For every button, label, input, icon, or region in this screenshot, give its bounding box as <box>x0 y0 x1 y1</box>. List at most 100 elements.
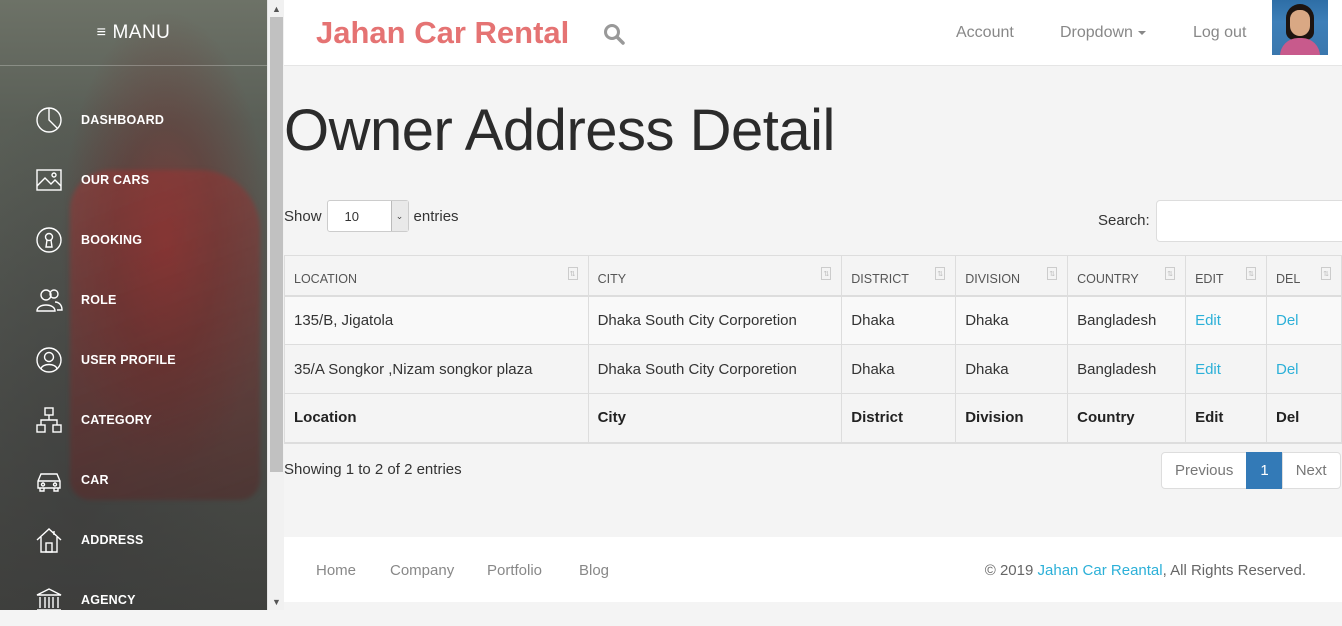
show-label: Show <box>284 207 322 225</box>
copyright-link[interactable]: Jahan Car Reantal <box>1038 562 1163 579</box>
hamburger-icon: ≡ <box>96 23 107 41</box>
user-circle-icon <box>35 346 63 374</box>
footer-link-blog[interactable]: Blog <box>579 562 609 579</box>
sidebar: ≡ MANU DASHBOARD OUR CARS BOOKING ROLE U… <box>0 0 267 610</box>
cell-edit: Edit <box>1185 295 1267 345</box>
sidebar-item-car[interactable]: CAR <box>0 450 267 510</box>
cell-district: Dhaka <box>841 295 957 345</box>
cell-district: Dhaka <box>841 344 957 394</box>
keyhole-icon <box>35 226 63 254</box>
scroll-down-arrow-icon[interactable]: ▼ <box>268 593 285 610</box>
footer-link-portfolio[interactable]: Portfolio <box>487 562 542 579</box>
footer-link-company[interactable]: Company <box>390 562 454 579</box>
table-row: 35/A Songkor ,Nizam songkor plaza Dhaka … <box>284 344 1342 394</box>
edit-link[interactable]: Edit <box>1195 312 1221 329</box>
sidebar-item-label: CAR <box>81 473 109 487</box>
sort-icon: ⇅ <box>567 267 578 280</box>
table-header-row: LOCATION ⇅ CITY ⇅ DISTRICT ⇅ DIVISION ⇅ COUN… <box>284 255 1342 297</box>
users-icon <box>35 286 63 314</box>
copyright-text: © 2019 Jahan Car Reantal, All Rights Res… <box>984 562 1306 579</box>
dropdown-label: Dropdown <box>1060 24 1133 41</box>
sidebar-scrollbar[interactable]: ▲ ▼ <box>267 0 284 610</box>
table-row: 135/B, Jigatola Dhaka South City Corpore… <box>284 295 1342 345</box>
account-link[interactable]: Account <box>956 24 1014 42</box>
footer-city: City <box>587 393 843 444</box>
menu-label: MANU <box>112 21 171 43</box>
image-icon <box>35 166 63 194</box>
sidebar-item-our-cars[interactable]: OUR CARS <box>0 150 267 210</box>
bank-icon <box>35 586 63 610</box>
sidebar-item-label: CATEGORY <box>81 413 153 427</box>
footer-country: Country <box>1067 393 1187 444</box>
bottom-strip <box>0 610 1342 626</box>
sort-icon: ⇅ <box>1047 267 1058 280</box>
chevron-down-icon: ⌄ <box>390 201 408 231</box>
sidebar-item-label: AGENCY <box>81 593 136 607</box>
top-navbar: Jahan Car Rental Account Dropdown Log ou… <box>284 0 1342 66</box>
sidebar-item-label: ROLE <box>81 293 117 307</box>
cell-del: Del <box>1266 344 1342 394</box>
page-footer: Home Company Portfolio Blog © 2019 Jahan… <box>284 537 1342 602</box>
column-header-location[interactable]: LOCATION ⇅ <box>284 255 589 297</box>
sidebar-item-label: USER PROFILE <box>81 353 176 367</box>
sort-icon: ⇅ <box>935 267 946 280</box>
sort-icon: ⇅ <box>821 267 832 280</box>
sidebar-item-dashboard[interactable]: DASHBOARD <box>0 90 267 150</box>
address-table: LOCATION ⇅ CITY ⇅ DISTRICT ⇅ DIVISION ⇅ COUN… <box>284 255 1342 444</box>
show-entries-control: Show 10 ⌄ entries <box>284 200 459 232</box>
cell-country: Bangladesh <box>1067 295 1187 345</box>
sidebar-item-role[interactable]: ROLE <box>0 270 267 330</box>
sidebar-item-agency[interactable]: AGENCY <box>0 570 267 610</box>
footer-division: Division <box>955 393 1069 444</box>
avatar[interactable] <box>1272 0 1328 55</box>
cell-division: Dhaka <box>955 295 1069 345</box>
sidebar-item-label: OUR CARS <box>81 173 150 187</box>
sort-icon: ⇅ <box>1165 267 1176 280</box>
page-size-select[interactable]: 10 ⌄ <box>326 200 409 232</box>
column-header-district[interactable]: DISTRICT ⇅ <box>841 255 957 297</box>
sidebar-item-label: BOOKING <box>81 233 143 247</box>
dropdown-menu[interactable]: Dropdown <box>1060 24 1146 42</box>
page-title: Owner Address Detail <box>284 98 835 163</box>
car-icon <box>35 466 63 494</box>
footer-link-home[interactable]: Home <box>316 562 356 579</box>
edit-link[interactable]: Edit <box>1195 361 1221 378</box>
logout-link[interactable]: Log out <box>1193 24 1246 42</box>
caret-down-icon <box>1137 30 1146 35</box>
scroll-up-arrow-icon[interactable]: ▲ <box>268 0 285 17</box>
pie-chart-icon <box>35 106 63 134</box>
brand-logo[interactable]: Jahan Car Rental <box>316 15 569 51</box>
sidebar-item-category[interactable]: CATEGORY <box>0 390 267 450</box>
sidebar-item-label: DASHBOARD <box>81 113 165 127</box>
column-header-edit[interactable]: EDIT ⇅ <box>1185 255 1267 297</box>
footer-location: Location <box>284 393 589 444</box>
next-page-button[interactable]: Next <box>1281 452 1341 489</box>
sidebar-item-user-profile[interactable]: USER PROFILE <box>0 330 267 390</box>
pagination: Previous 1 Next <box>1161 452 1341 489</box>
column-header-del[interactable]: DEL ⇅ <box>1266 255 1342 297</box>
sort-icon: ⇅ <box>1321 267 1331 280</box>
column-header-division[interactable]: DIVISION ⇅ <box>955 255 1069 297</box>
sidebar-nav: DASHBOARD OUR CARS BOOKING ROLE USER PRO… <box>0 90 267 610</box>
footer-edit: Edit <box>1185 393 1267 444</box>
sitemap-icon <box>35 406 63 434</box>
scroll-thumb[interactable] <box>270 17 283 472</box>
delete-link[interactable]: Del <box>1276 312 1299 329</box>
column-header-city[interactable]: CITY ⇅ <box>587 255 843 297</box>
sidebar-item-address[interactable]: ADDRESS <box>0 510 267 570</box>
table-info: Showing 1 to 2 of 2 entries <box>284 461 462 478</box>
page-1-button[interactable]: 1 <box>1246 452 1283 489</box>
previous-page-button[interactable]: Previous <box>1161 452 1248 489</box>
search-icon[interactable] <box>602 22 626 46</box>
delete-link[interactable]: Del <box>1276 361 1299 378</box>
entries-label: entries <box>413 207 459 225</box>
cell-city: Dhaka South City Corporetion <box>587 344 843 394</box>
sidebar-menu-toggle[interactable]: ≡ MANU <box>0 0 267 66</box>
cell-city: Dhaka South City Corporetion <box>587 295 843 345</box>
home-icon <box>35 526 63 554</box>
table-footer-row: Location City District Division Country … <box>284 393 1342 444</box>
column-header-country[interactable]: COUNTRY ⇅ <box>1067 255 1187 297</box>
sidebar-item-booking[interactable]: BOOKING <box>0 210 267 270</box>
footer-del: Del <box>1266 393 1342 444</box>
search-input[interactable] <box>1156 200 1342 242</box>
